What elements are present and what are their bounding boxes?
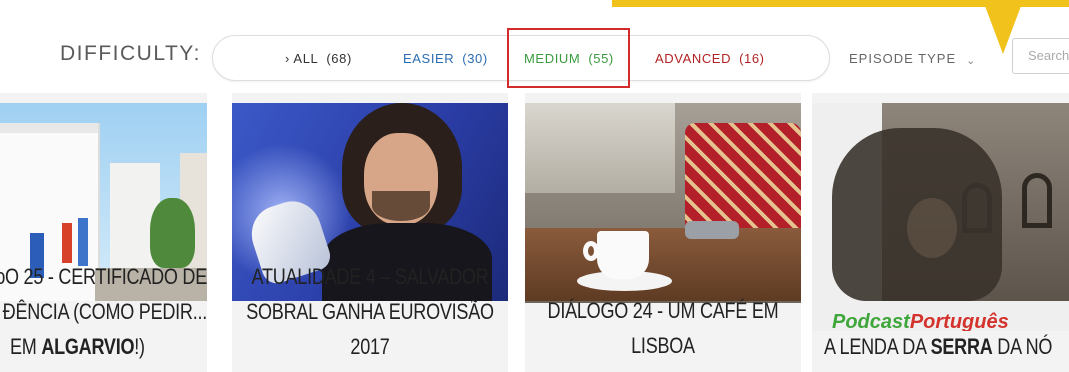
episode-thumbnail: [525, 103, 801, 303]
filter-option-label: ADVANCED: [655, 51, 732, 66]
filter-option-count: (30): [462, 51, 488, 66]
episode-card[interactable]: DIÁLOGO 24 - UM CAFÉ EM LISBOA: [525, 93, 801, 372]
episode-type-dropdown[interactable]: EPISODE TYPE ⌄: [849, 51, 977, 67]
episode-title-last-line: EM ALGARVIO!): [10, 329, 145, 364]
episode-title-line: DIÁLOGO 24 - UM CAFÉ EM: [547, 298, 779, 323]
episode-title-line: 2017: [350, 334, 390, 359]
episode-title-line: ĐÊNCIA (COMO PEDIR...: [2, 299, 207, 324]
episode-title-line: ɔO 25 - CERTIFICADO DE: [0, 264, 207, 289]
title-text: A LENDA DA: [824, 334, 931, 359]
episode-type-label: EPISODE TYPE: [849, 51, 957, 66]
filter-option-label: EASIER: [403, 51, 455, 66]
episode-title-line: ATUALIDADE 4 – SALVADOR: [251, 264, 489, 289]
episode-title-line: SOBRAL GANHA EUROVISÃO: [246, 299, 494, 324]
filter-option-label: › ALL: [285, 51, 319, 66]
episode-title: DIÁLOGO 24 - UM CAFÉ EM LISBOA: [525, 293, 801, 363]
search-input[interactable]: Search: [1012, 38, 1069, 74]
filter-option-advanced[interactable]: ADVANCED (16): [655, 51, 765, 66]
episode-card[interactable]: ɔO 25 - CERTIFICADO DE ĐÊNCIA (COMO PEDI…: [0, 93, 207, 372]
episode-title: ɔO 25 - CERTIFICADO DE ĐÊNCIA (COMO PEDI…: [0, 259, 207, 329]
episode-thumbnail: PodcastPortuguês: [812, 103, 1069, 331]
episode-title-line: LISBOA: [631, 333, 695, 358]
episode-title: A LENDA DA SERRA DA NÓ: [824, 329, 1052, 364]
episode-title: ATUALIDADE 4 – SALVADOR SOBRAL GANHA EUR…: [232, 259, 508, 364]
title-text: EM: [10, 334, 42, 359]
filter-option-count: (16): [739, 51, 765, 66]
logo-text: Português: [909, 311, 1009, 331]
chevron-down-icon: ⌄: [966, 55, 977, 67]
medium-highlight-box: [507, 28, 630, 88]
filter-option-count: (68): [326, 51, 352, 66]
episode-card[interactable]: ATUALIDADE 4 – SALVADOR SOBRAL GANHA EUR…: [232, 93, 508, 372]
logo-text: Podcast: [832, 311, 910, 331]
title-keyword: ALGARVIO: [41, 334, 135, 359]
filter-option-easier[interactable]: EASIER (30): [403, 51, 488, 66]
difficulty-label: DIFFICULTY:: [60, 42, 201, 65]
title-keyword: SERRA: [930, 334, 993, 359]
podcast-logo: PodcastPortuguês: [832, 311, 1009, 331]
title-text: !): [134, 334, 145, 359]
filter-option-all[interactable]: › ALL (68): [285, 51, 352, 66]
title-text: DA NÓ: [992, 334, 1053, 359]
episode-card[interactable]: PodcastPortuguês A LENDA DA SERRA DA NÓ: [812, 93, 1069, 372]
